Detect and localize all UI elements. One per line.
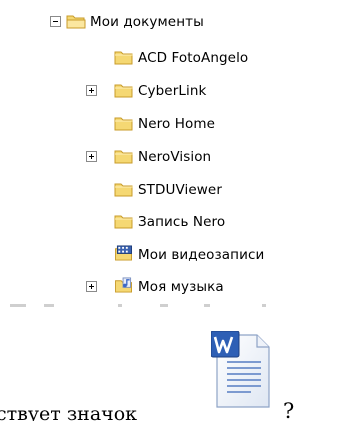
tree-item-label: NeroVision: [138, 149, 212, 165]
question-text: ствует значок: [0, 403, 138, 421]
word-document-icon: [211, 331, 270, 408]
tree-item-label: Мои документы: [90, 14, 204, 30]
tree-item-label: Запись Nero: [138, 214, 226, 230]
folder-icon: [114, 215, 133, 229]
folder-icon: [114, 117, 133, 131]
folder-icon: [114, 150, 133, 164]
question-mark: ?: [283, 400, 295, 420]
video-folder-icon: [115, 245, 132, 261]
tree-item-nero-home[interactable]: Nero Home: [0, 112, 343, 136]
expand-icon[interactable]: [86, 85, 97, 96]
tree-item-my-music[interactable]: Моя музыка: [0, 275, 343, 299]
folder-open-icon: [66, 15, 86, 29]
folder-icon: [114, 183, 133, 197]
expand-icon[interactable]: [86, 281, 97, 292]
expand-icon[interactable]: [86, 151, 97, 162]
tree-item-nerovision[interactable]: NeroVision: [0, 145, 343, 169]
tree-item-my-documents[interactable]: Мои документы: [0, 10, 343, 34]
tree-item-label: ACD FotoAngelo: [138, 50, 249, 66]
cut-off-row: [0, 302, 343, 308]
tree-item-label: CyberLink: [138, 83, 207, 99]
folder-icon: [114, 84, 133, 98]
tree-item-my-videos[interactable]: Мои видеозаписи: [0, 243, 343, 267]
folder-icon: [114, 51, 133, 65]
tree-item-label: STDUViewer: [138, 182, 222, 198]
tree-item-stduviewer[interactable]: STDUViewer: [0, 178, 343, 202]
collapse-icon[interactable]: [50, 16, 61, 27]
music-folder-icon: [115, 277, 132, 293]
folder-tree: Мои документы ACD FotoAngelo CyberLink N…: [0, 0, 343, 305]
tree-item-cyberlink[interactable]: CyberLink: [0, 79, 343, 103]
tree-item-label: Мои видеозаписи: [138, 247, 265, 263]
tree-item-label: Моя музыка: [138, 279, 224, 295]
tree-item-acd-fotoangelo[interactable]: ACD FotoAngelo: [0, 46, 343, 70]
tree-item-nero-recording[interactable]: Запись Nero: [0, 210, 343, 234]
tree-item-label: Nero Home: [138, 116, 215, 132]
